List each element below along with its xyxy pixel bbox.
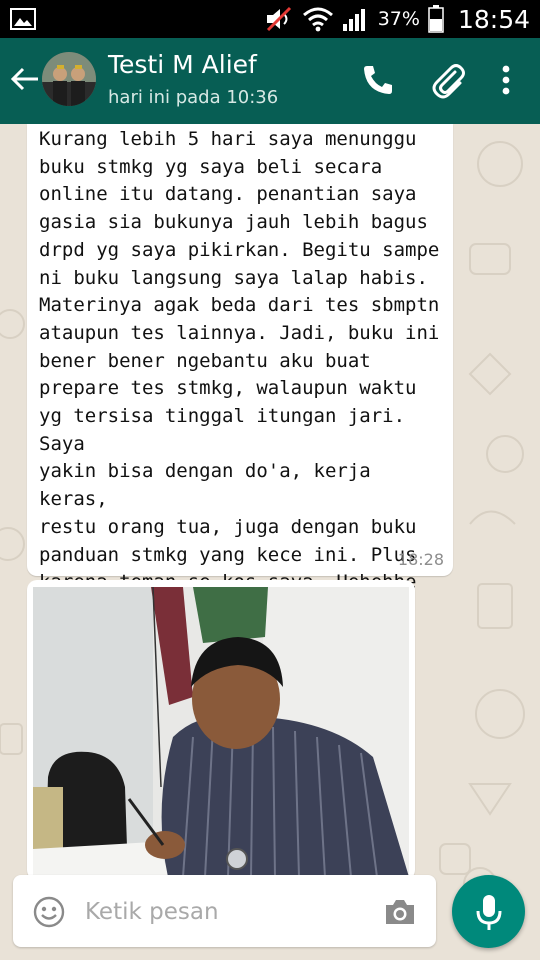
battery-percent: 37% <box>377 8 420 30</box>
signal-icon <box>342 9 365 31</box>
contact-name[interactable]: Testi M Alief <box>108 50 257 79</box>
camera-icon[interactable] <box>383 897 417 927</box>
message-bubble[interactable]: Kurang lebih 5 hari saya menunggu buku s… <box>27 124 453 593</box>
mic-icon <box>476 895 502 930</box>
more-vert-icon[interactable] <box>488 60 524 100</box>
chat-area[interactable]: Kurang lebih 5 hari saya menunggu buku s… <box>0 124 540 960</box>
phone-icon[interactable] <box>358 60 398 100</box>
message-time: 18:28 <box>397 550 444 569</box>
avatar[interactable] <box>42 52 96 106</box>
mute-icon <box>266 6 291 32</box>
chat-header: Testi M Alief hari ini pada 10:36 <box>0 38 540 124</box>
wifi-icon <box>302 7 333 32</box>
message-photo[interactable] <box>33 587 409 877</box>
status-bar: 37% 18:54 <box>0 0 540 38</box>
image-message-bubble[interactable] <box>27 580 415 880</box>
message-text: Kurang lebih 5 hari saya menunggu buku s… <box>39 128 440 593</box>
emoji-icon[interactable] <box>33 896 65 928</box>
clock: 18:54 <box>457 4 530 34</box>
attach-icon[interactable] <box>428 60 468 100</box>
mic-button[interactable] <box>452 875 525 948</box>
back-arrow-icon[interactable] <box>8 62 42 96</box>
image-icon <box>10 8 36 30</box>
battery-icon <box>428 5 444 33</box>
message-composer <box>13 875 436 947</box>
last-seen: hari ini pada 10:36 <box>108 87 279 108</box>
message-input[interactable] <box>83 889 367 935</box>
